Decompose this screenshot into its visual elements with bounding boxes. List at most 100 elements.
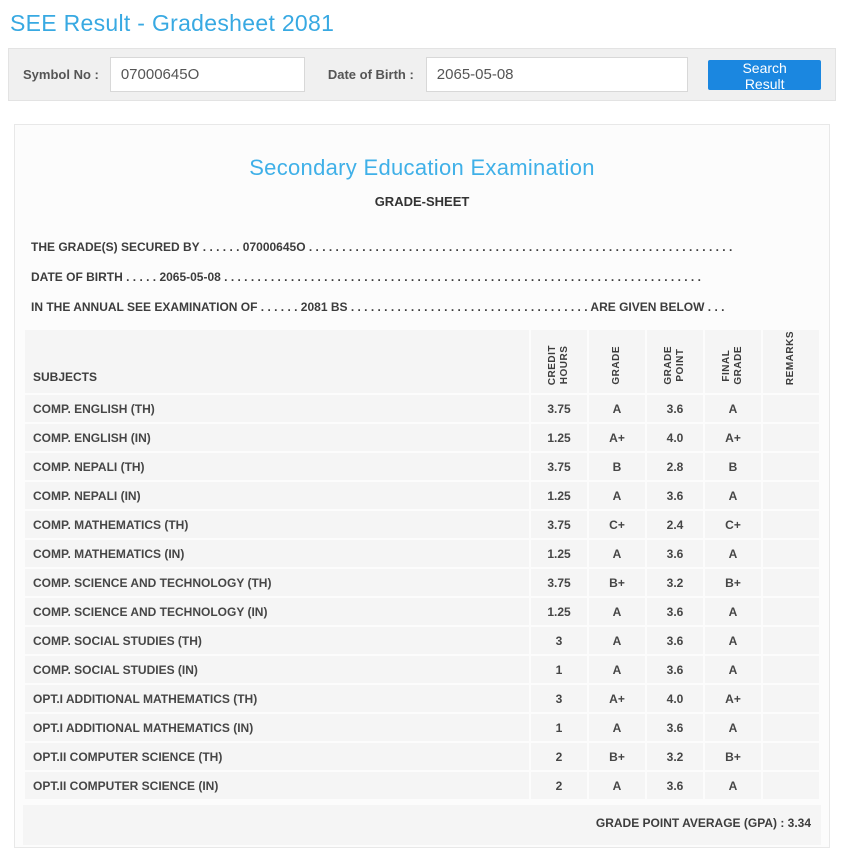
remarks-cell xyxy=(763,424,819,452)
table-header-row: SUBJECTS CREDIT HOURS GRADE GRADE POINT … xyxy=(25,330,819,394)
final-grade-header-label: FINAL GRADE xyxy=(721,346,744,386)
remarks-cell xyxy=(763,772,819,800)
gpa-footer: GRADE POINT AVERAGE (GPA) : 3.34 xyxy=(23,805,821,846)
table-row: OPT.II COMPUTER SCIENCE (IN) 2 A 3.6 A xyxy=(25,772,819,800)
grade-cell: B xyxy=(589,453,645,481)
dob-label: Date of Birth : xyxy=(327,67,414,82)
grade-cell: A+ xyxy=(589,424,645,452)
table-row: COMP. SOCIAL STUDIES (IN) 1 A 3.6 A xyxy=(25,656,819,684)
credit-hours-cell: 2 xyxy=(531,743,587,771)
final-grade-cell: A xyxy=(705,540,761,568)
search-result-button[interactable]: Search Result xyxy=(708,59,821,92)
credit-hours-cell: 1 xyxy=(531,656,587,684)
secured-by-line: THE GRADE(S) SECURED BY . . . . . . 0700… xyxy=(31,240,733,254)
remarks-cell xyxy=(763,656,819,684)
subject-cell: COMP. SOCIAL STUDIES (IN) xyxy=(25,656,529,684)
grade-point-cell: 3.2 xyxy=(647,569,703,597)
table-row: OPT.I ADDITIONAL MATHEMATICS (TH) 3 A+ 4… xyxy=(25,685,819,713)
credit-hours-cell: 2 xyxy=(531,772,587,800)
symbol-no-label: Symbol No : xyxy=(23,67,99,82)
subject-cell: COMP. NEPALI (TH) xyxy=(25,453,529,481)
grade-cell: A xyxy=(589,540,645,568)
credit-hours-column-header: CREDIT HOURS xyxy=(531,330,587,394)
remarks-cell xyxy=(763,598,819,626)
table-row: COMP. SCIENCE AND TECHNOLOGY (IN) 1.25 A… xyxy=(25,598,819,626)
grade-point-header-label: GRADE POINT xyxy=(663,346,686,386)
grade-cell: A xyxy=(589,772,645,800)
table-row: COMP. MATHEMATICS (TH) 3.75 C+ 2.4 C+ xyxy=(25,511,819,539)
grade-point-cell: 2.4 xyxy=(647,511,703,539)
date-of-birth-line: DATE OF BIRTH . . . . . 2065-05-08 . . .… xyxy=(31,270,701,284)
credit-hours-cell: 3.75 xyxy=(531,395,587,423)
final-grade-cell: C+ xyxy=(705,511,761,539)
remarks-cell xyxy=(763,685,819,713)
subject-cell: COMP. SCIENCE AND TECHNOLOGY (IN) xyxy=(25,598,529,626)
table-row: COMP. ENGLISH (IN) 1.25 A+ 4.0 A+ xyxy=(25,424,819,452)
table-row: COMP. SOCIAL STUDIES (TH) 3 A 3.6 A xyxy=(25,627,819,655)
credit-hours-cell: 3 xyxy=(531,685,587,713)
exam-heading: Secondary Education Examination xyxy=(249,155,595,180)
credit-hours-cell: 3.75 xyxy=(531,453,587,481)
grade-cell: A xyxy=(589,395,645,423)
grade-point-cell: 3.2 xyxy=(647,743,703,771)
gradesheet-subheading: GRADE-SHEET xyxy=(374,194,470,209)
grade-point-cell: 4.0 xyxy=(647,685,703,713)
final-grade-cell: A xyxy=(705,598,761,626)
grade-cell: A xyxy=(589,482,645,510)
grades-table: SUBJECTS CREDIT HOURS GRADE GRADE POINT … xyxy=(23,328,821,801)
remarks-cell xyxy=(763,540,819,568)
exam-year-line: IN THE ANNUAL SEE EXAMINATION OF . . . .… xyxy=(31,300,725,314)
subject-cell: COMP. SCIENCE AND TECHNOLOGY (TH) xyxy=(25,569,529,597)
grade-point-cell: 2.8 xyxy=(647,453,703,481)
grade-point-cell: 3.6 xyxy=(647,598,703,626)
remarks-cell xyxy=(763,395,819,423)
table-row: COMP. NEPALI (TH) 3.75 B 2.8 B xyxy=(25,453,819,481)
final-grade-cell: A xyxy=(705,714,761,742)
remarks-cell xyxy=(763,453,819,481)
grade-cell: B+ xyxy=(589,743,645,771)
subject-cell: COMP. SOCIAL STUDIES (TH) xyxy=(25,627,529,655)
subject-cell: OPT.I ADDITIONAL MATHEMATICS (TH) xyxy=(25,685,529,713)
final-grade-cell: A xyxy=(705,395,761,423)
subject-cell: COMP. MATHEMATICS (IN) xyxy=(25,540,529,568)
credit-hours-header-label: CREDIT HOURS xyxy=(547,344,570,386)
final-grade-cell: B xyxy=(705,453,761,481)
remarks-cell xyxy=(763,482,819,510)
grade-cell: A xyxy=(589,627,645,655)
subject-cell: OPT.II COMPUTER SCIENCE (IN) xyxy=(25,772,529,800)
grade-cell: A xyxy=(589,656,645,684)
subjects-column-header: SUBJECTS xyxy=(25,330,529,394)
symbol-no-input[interactable] xyxy=(109,57,305,92)
final-grade-cell: B+ xyxy=(705,743,761,771)
grade-point-cell: 3.6 xyxy=(647,482,703,510)
credit-hours-cell: 1.25 xyxy=(531,424,587,452)
remarks-cell xyxy=(763,511,819,539)
grade-point-cell: 3.6 xyxy=(647,714,703,742)
grade-point-column-header: GRADE POINT xyxy=(647,330,703,394)
subject-cell: COMP. ENGLISH (IN) xyxy=(25,424,529,452)
grade-header-label: GRADE xyxy=(611,346,622,386)
credit-hours-cell: 3.75 xyxy=(531,511,587,539)
subject-cell: OPT.II COMPUTER SCIENCE (TH) xyxy=(25,743,529,771)
final-grade-cell: A xyxy=(705,772,761,800)
grade-column-header: GRADE xyxy=(589,330,645,394)
info-lines: THE GRADE(S) SECURED BY . . . . . . 0700… xyxy=(31,232,821,322)
credit-hours-cell: 1.25 xyxy=(531,482,587,510)
credit-hours-cell: 1.25 xyxy=(531,598,587,626)
final-grade-cell: A+ xyxy=(705,685,761,713)
remarks-cell xyxy=(763,627,819,655)
final-grade-cell: B+ xyxy=(705,569,761,597)
final-grade-cell: A xyxy=(705,627,761,655)
final-grade-column-header: FINAL GRADE xyxy=(705,330,761,394)
table-row: OPT.II COMPUTER SCIENCE (TH) 2 B+ 3.2 B+ xyxy=(25,743,819,771)
grade-point-cell: 3.6 xyxy=(647,656,703,684)
remarks-cell xyxy=(763,569,819,597)
subject-cell: COMP. MATHEMATICS (TH) xyxy=(25,511,529,539)
remarks-cell xyxy=(763,714,819,742)
dob-input[interactable] xyxy=(425,57,689,92)
grade-point-cell: 3.6 xyxy=(647,395,703,423)
grade-cell: C+ xyxy=(589,511,645,539)
grade-cell: A+ xyxy=(589,685,645,713)
credit-hours-cell: 3 xyxy=(531,627,587,655)
grade-cell: A xyxy=(589,714,645,742)
